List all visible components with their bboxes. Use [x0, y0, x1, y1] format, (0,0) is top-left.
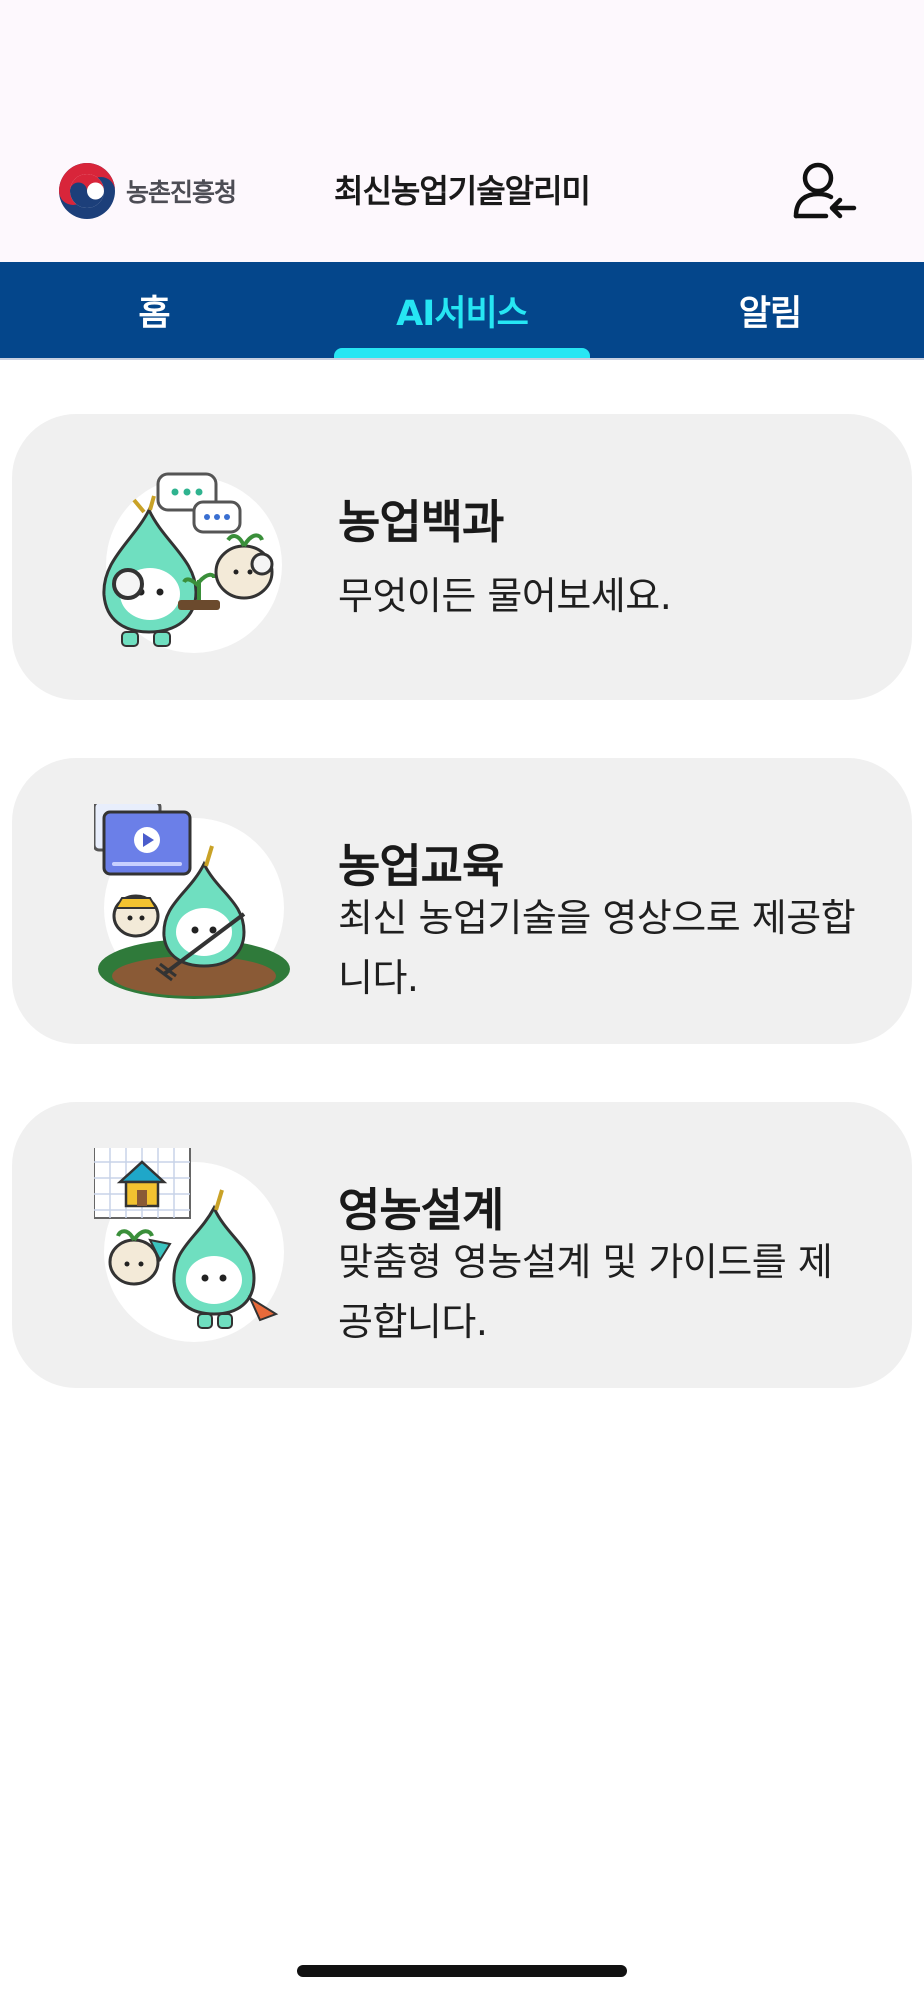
tab-bar-divider	[0, 358, 924, 360]
service-card-farm-design[interactable]: 영농설계 맞춤형 영농설계 및 가이드를 제공합니다.	[12, 1102, 912, 1388]
main-tab-bar: 홈 AI서비스 알림	[0, 262, 924, 358]
active-tab-indicator	[334, 348, 590, 358]
app-header: 농촌진흥청 최신농업기술알리미	[0, 0, 924, 262]
service-card-encyclopedia[interactable]: 농업백과 무엇이든 물어보세요.	[12, 414, 912, 700]
mascot-education-video-illustration	[94, 804, 290, 999]
tab-label: 알림	[738, 293, 802, 334]
mascot-encyclopedia-illustration	[102, 472, 282, 653]
card-title: 영농설계	[338, 1183, 504, 1237]
login-button[interactable]	[790, 156, 860, 226]
card-title: 농업교육	[338, 839, 504, 893]
tab-ai-service[interactable]: AI서비스	[308, 262, 616, 358]
card-description: 최신 농업기술을 영상으로 제공합니다.	[338, 896, 856, 1000]
card-description: 무엇이든 물어보세요.	[338, 574, 672, 618]
user-login-icon	[793, 162, 857, 219]
tab-label: AI서비스	[396, 293, 529, 334]
card-description: 맞춤형 영농설계 및 가이드를 제공합니다.	[338, 1240, 833, 1344]
service-card-education[interactable]: 농업교육 최신 농업기술을 영상으로 제공합니다.	[12, 758, 912, 1044]
home-indicator[interactable]	[297, 1965, 627, 1977]
tab-notifications[interactable]: 알림	[616, 262, 924, 358]
card-title: 농업백과	[338, 495, 504, 549]
tab-label: 홈	[138, 293, 170, 334]
tab-home[interactable]: 홈	[0, 262, 308, 358]
app-title: 최신농업기술알리미	[334, 172, 591, 210]
mascot-farm-design-illustration	[94, 1148, 284, 1342]
